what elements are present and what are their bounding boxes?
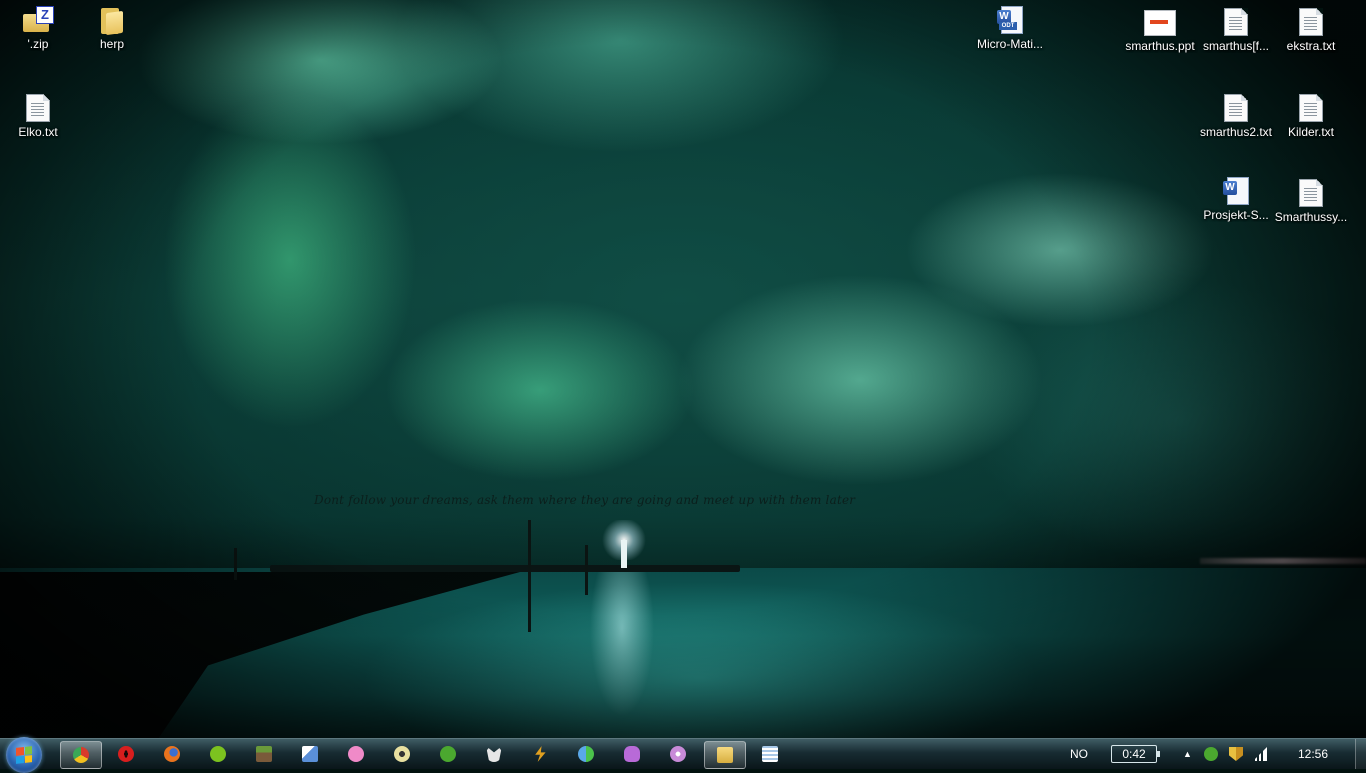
- zip-archive-icon: Z: [23, 6, 54, 34]
- taskbar-music[interactable]: [658, 741, 698, 767]
- text-file-icon: [1299, 94, 1323, 122]
- media-player-icon: [394, 746, 410, 762]
- messenger-icon: [578, 746, 594, 762]
- desktop-icon-herp[interactable]: herp: [74, 6, 150, 51]
- vignette: [0, 0, 1366, 738]
- signal-strength-icon[interactable]: [1253, 747, 1267, 761]
- desktop-icon-smarthus-f[interactable]: smarthus[f...: [1198, 6, 1274, 53]
- taskbar-spotify[interactable]: [198, 741, 238, 767]
- windows-logo-icon: [16, 746, 32, 764]
- utorrent-icon: [440, 746, 456, 762]
- desktop-icon-micro-mati[interactable]: W ODT Micro-Mati...: [972, 6, 1048, 51]
- lightning-icon: [535, 746, 546, 762]
- taskbar: NO 0:42 ▲ 12:56: [0, 737, 1366, 773]
- show-hidden-icons-chevron[interactable]: ▲: [1183, 739, 1192, 769]
- text-file-icon: [26, 94, 50, 122]
- notepad-icon: [762, 746, 778, 762]
- taskbar-minecraft[interactable]: [244, 741, 284, 767]
- show-desktop-button[interactable]: [1355, 739, 1366, 769]
- taskbar-winamp[interactable]: [520, 741, 560, 767]
- desktop-icon-elko[interactable]: Elko.txt: [0, 92, 76, 139]
- word-document-icon: W: [1223, 177, 1249, 205]
- text-file-icon: [1299, 8, 1323, 36]
- desktop-icon-prosjekt[interactable]: W Prosjekt-S...: [1198, 177, 1274, 222]
- taskbar-opera[interactable]: [106, 741, 146, 767]
- battery-indicator[interactable]: 0:42: [1111, 745, 1160, 763]
- taskbar-firefox[interactable]: [152, 741, 192, 767]
- taskbar-chrome[interactable]: [60, 741, 102, 769]
- text-file-icon: [1224, 94, 1248, 122]
- shield-icon[interactable]: [1229, 747, 1243, 761]
- wallpaper-quote: Dont follow your dreams, ask them where …: [314, 493, 856, 507]
- taskbar-utorrent[interactable]: [428, 741, 468, 767]
- language-indicator[interactable]: NO: [1070, 739, 1088, 769]
- desktop-wallpaper: Dont follow your dreams, ask them where …: [0, 0, 1366, 738]
- odt-document-icon: W ODT: [997, 6, 1023, 34]
- firefox-icon: [164, 746, 180, 762]
- taskbar-messenger[interactable]: [566, 741, 606, 767]
- taskbar-media-player[interactable]: [382, 741, 422, 767]
- utorrent-tray-icon[interactable]: [1204, 747, 1218, 761]
- taskbar-explorer[interactable]: [704, 741, 746, 769]
- taskbar-notepad[interactable]: [750, 741, 790, 767]
- taskbar-editor[interactable]: [290, 741, 330, 767]
- pink-flower-icon: [348, 746, 364, 762]
- desktop-icon-zip[interactable]: Z '.zip: [0, 6, 76, 51]
- desktop-icon-ekstra[interactable]: ekstra.txt: [1273, 6, 1349, 53]
- desktop-icon-smarthussy[interactable]: Smarthussy...: [1273, 177, 1349, 224]
- fox-head-icon: [486, 746, 502, 762]
- spotify-icon: [210, 746, 226, 762]
- game-controller-icon: [624, 746, 640, 762]
- text-file-icon: [1299, 179, 1323, 207]
- desktop-icon-smarthus2[interactable]: smarthus2.txt: [1198, 92, 1274, 139]
- minecraft-icon: [256, 746, 272, 762]
- desktop-icon-kilder[interactable]: Kilder.txt: [1273, 92, 1349, 139]
- presentation-icon: [1144, 10, 1176, 36]
- chrome-icon: [73, 747, 89, 763]
- taskbar-fox-app[interactable]: [474, 741, 514, 767]
- desktop-icon-smarthus-ppt[interactable]: smarthus.ppt: [1122, 6, 1198, 53]
- notepad-plus-icon: [302, 746, 318, 762]
- taskbar-pink-app[interactable]: [336, 741, 376, 767]
- clock[interactable]: 12:56: [1298, 739, 1328, 769]
- folder-icon: [101, 8, 123, 36]
- text-file-icon: [1224, 8, 1248, 36]
- folder-icon: [717, 747, 733, 763]
- opera-icon: [118, 746, 134, 762]
- music-disc-icon: [670, 746, 686, 762]
- taskbar-game[interactable]: [612, 741, 652, 767]
